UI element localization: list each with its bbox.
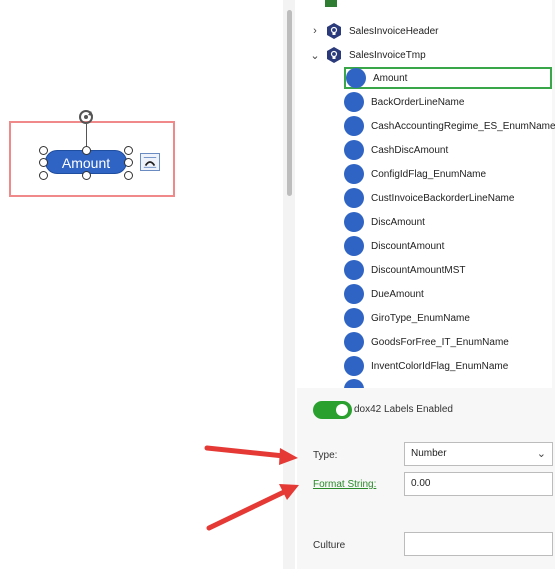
- tree-field-item[interactable]: InventColorIdFlag_EnumName: [344, 355, 552, 377]
- tree-node-salesinvoicetmp[interactable]: ⌄ SalesInvoiceTmp: [309, 45, 426, 65]
- field-dot-icon: [344, 92, 364, 112]
- resize-handle[interactable]: [82, 146, 91, 155]
- type-select-value: Number: [411, 448, 447, 459]
- field-dot-icon: [344, 164, 364, 184]
- resize-handle[interactable]: [39, 171, 48, 180]
- field-label: DiscAmount: [371, 216, 425, 228]
- field-label: DueAmount: [371, 288, 424, 300]
- field-label: DiscountAmountMST: [371, 264, 466, 276]
- field-label: GiroType_EnumName: [371, 312, 470, 324]
- resize-handle[interactable]: [124, 158, 133, 167]
- rotate-connector: [86, 124, 87, 148]
- table-node-icon: [327, 47, 341, 63]
- tree-field-item[interactable]: GiroType_EnumName: [344, 307, 552, 329]
- tree-field-item[interactable]: DueAmount: [344, 283, 552, 305]
- field-label: CashAccountingRegime_ES_EnumName: [371, 120, 555, 132]
- field-label: ConfigIdFlag_EnumName: [371, 168, 487, 180]
- tree-field-item[interactable]: CustInvoiceBackorderLineName: [344, 187, 552, 209]
- resize-handle[interactable]: [124, 171, 133, 180]
- field-dot-icon: [344, 188, 364, 208]
- tree-node-label: SalesInvoiceHeader: [349, 25, 439, 37]
- tree-field-item[interactable]: DiscAmount: [344, 211, 552, 233]
- resize-handle[interactable]: [124, 146, 133, 155]
- resize-handle[interactable]: [82, 171, 91, 180]
- chevron-down-icon[interactable]: ⌄: [537, 443, 546, 465]
- field-label: InventColorIdFlag_EnumName: [371, 360, 509, 372]
- format-string-input[interactable]: 0.00: [404, 472, 553, 496]
- design-canvas[interactable]: [0, 0, 283, 569]
- tree-field-item[interactable]: DiscountAmountMST: [344, 259, 552, 281]
- tree-field-item-partial[interactable]: [344, 379, 552, 388]
- field-dot-icon: [344, 284, 364, 304]
- tree-field-item[interactable]: DiscountAmount: [344, 235, 552, 257]
- tree-field-item[interactable]: ConfigIdFlag_EnumName: [344, 163, 552, 185]
- field-label: CashDiscAmount: [371, 144, 449, 156]
- field-dot-icon: [344, 140, 364, 160]
- table-node-icon: [327, 23, 341, 39]
- canvas-scrollbar-thumb[interactable]: [287, 10, 292, 196]
- field-dot-icon: [344, 116, 364, 136]
- field-label: DiscountAmount: [371, 240, 445, 252]
- field-dot-icon: [344, 236, 364, 256]
- labels-enabled-label: dox42 Labels Enabled: [354, 404, 453, 415]
- field-dot-icon: [344, 332, 364, 352]
- field-label: BackOrderLineName: [371, 96, 465, 108]
- culture-label: Culture: [313, 540, 346, 551]
- chevron-down-icon[interactable]: ⌄: [309, 49, 321, 62]
- field-label: GoodsForFree_IT_EnumName: [371, 336, 509, 348]
- field-label: Amount: [373, 72, 408, 84]
- resize-handle[interactable]: [39, 158, 48, 167]
- tree-field-item[interactable]: CashAccountingRegime_ES_EnumName: [344, 115, 555, 137]
- field-dot-icon: [344, 379, 364, 388]
- toggle-knob[interactable]: [336, 404, 348, 416]
- field-label: CustInvoiceBackorderLineName: [371, 192, 515, 204]
- format-string-link[interactable]: Format String:: [313, 479, 376, 490]
- field-dot-icon: [344, 260, 364, 280]
- tree-field-item[interactable]: BackOrderLineName: [344, 91, 552, 113]
- tree-node-salesinvoiceheader[interactable]: › SalesInvoiceHeader: [309, 21, 439, 41]
- field-dot-icon: [346, 68, 366, 88]
- field-dot-icon: [344, 308, 364, 328]
- field-dot-icon: [344, 212, 364, 232]
- resize-handle[interactable]: [39, 146, 48, 155]
- tree-partial-icon: [325, 0, 337, 7]
- type-select[interactable]: Number ⌄: [404, 442, 553, 466]
- tree-field-item[interactable]: Amount: [344, 67, 552, 89]
- tree-field-item[interactable]: GoodsForFree_IT_EnumName: [344, 331, 552, 353]
- tree-field-item[interactable]: CashDiscAmount: [344, 139, 552, 161]
- type-label: Type:: [313, 450, 338, 461]
- chevron-right-icon[interactable]: ›: [309, 25, 321, 37]
- field-dot-icon: [344, 356, 364, 376]
- tree-node-label: SalesInvoiceTmp: [349, 49, 426, 61]
- culture-input[interactable]: [404, 532, 553, 556]
- layout-options-icon[interactable]: [140, 153, 160, 171]
